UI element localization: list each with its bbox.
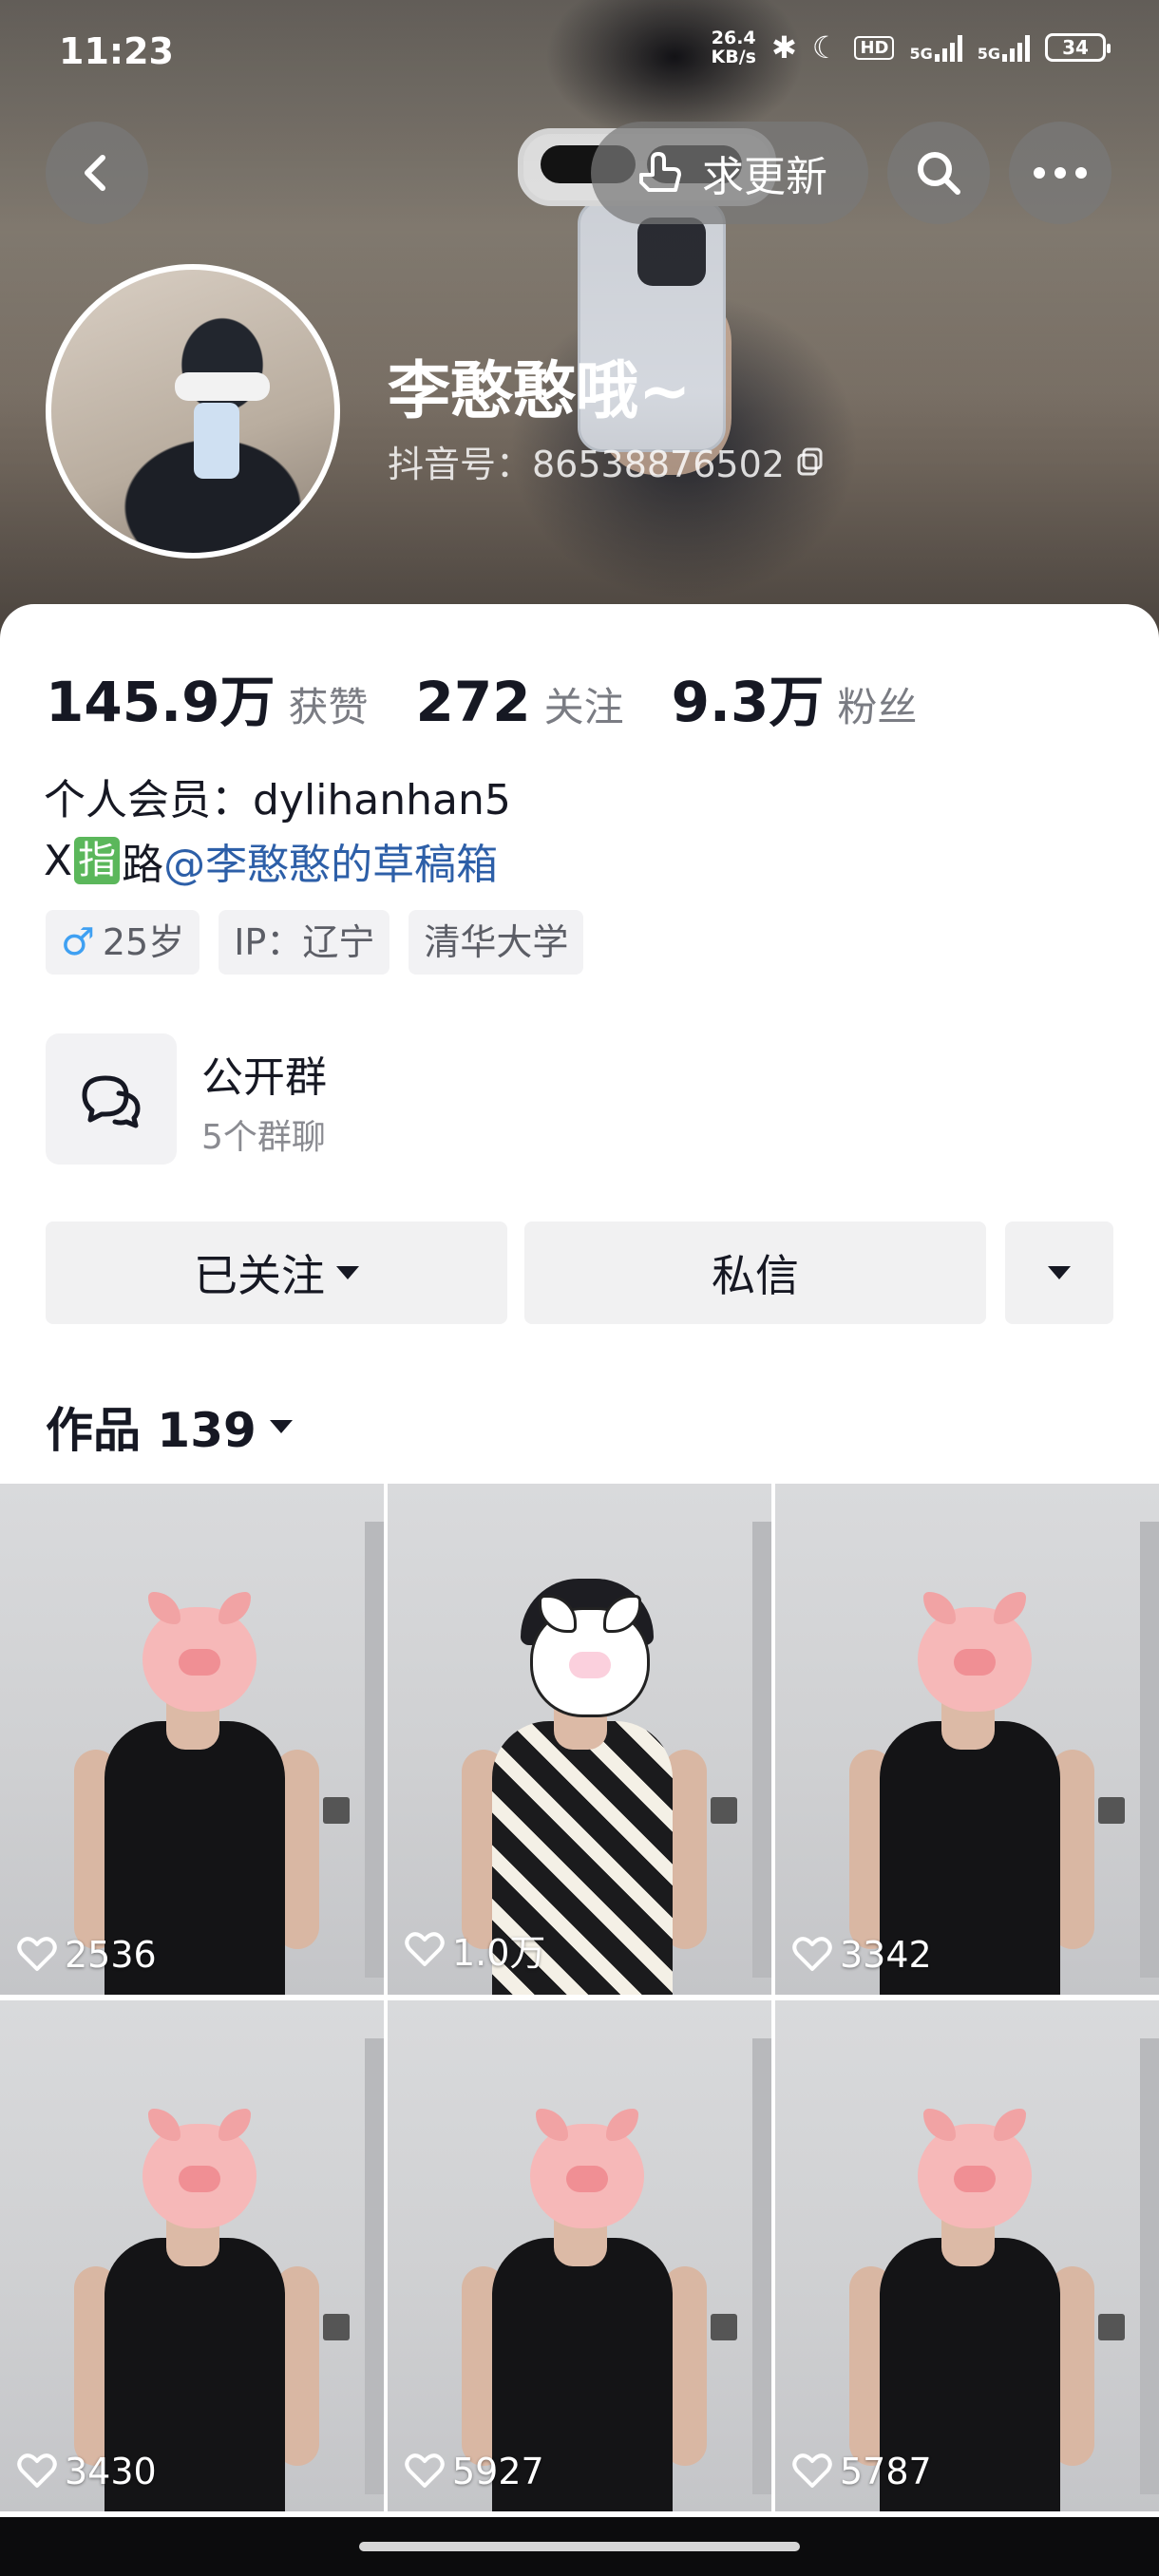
video-thumbnail[interactable]: 3430 bbox=[0, 2000, 384, 2511]
caret-down-icon bbox=[269, 1420, 293, 1433]
moon-icon: ☾ bbox=[811, 29, 840, 66]
douyin-id[interactable]: 抖音号：86538876502 bbox=[388, 435, 826, 487]
public-group-entry[interactable]: 公开群 5个群聊 bbox=[46, 1033, 616, 1166]
chat-bubbles-icon bbox=[46, 1033, 177, 1165]
profile-tags: ♂ 25岁 IP：辽宁 清华大学 bbox=[46, 910, 584, 975]
more-dots-icon bbox=[1034, 167, 1087, 179]
heart-icon bbox=[17, 2453, 57, 2488]
works-tab-label: 作品 139 bbox=[46, 1403, 256, 1458]
message-button-label: 私信 bbox=[712, 1250, 799, 1301]
followers-label[interactable]: 粉丝 bbox=[837, 675, 917, 733]
mention-link[interactable]: @李憨憨的草稿箱 bbox=[163, 830, 498, 891]
signal-bars-icon bbox=[1002, 33, 1030, 62]
age-tag: ♂ 25岁 bbox=[46, 910, 200, 975]
works-tab[interactable]: 作品 139 bbox=[46, 1392, 293, 1461]
signal-sim1: 5G bbox=[909, 33, 962, 62]
back-button[interactable] bbox=[46, 122, 148, 224]
home-gesture-handle[interactable] bbox=[359, 2542, 800, 2551]
profile-stats: 145.9万 获赞 272 关注 9.3万 粉丝 bbox=[46, 657, 964, 737]
heart-icon bbox=[405, 2453, 445, 2488]
bio-line-2: X 指 路 @李憨憨的草稿箱 bbox=[44, 830, 498, 891]
more-button[interactable] bbox=[1009, 122, 1112, 224]
video-thumbnail[interactable]: 2536 bbox=[0, 1484, 384, 1995]
following-button[interactable]: 已关注 bbox=[46, 1222, 507, 1324]
hd-badge: HD bbox=[854, 35, 895, 60]
video-thumbnail[interactable]: 3342 bbox=[775, 1484, 1159, 1995]
like-count: 1.0万 bbox=[405, 1923, 545, 1976]
avatar[interactable] bbox=[46, 264, 340, 559]
caret-down-icon bbox=[336, 1266, 359, 1279]
likes-label: 获赞 bbox=[288, 684, 369, 730]
likes-count: 145.9万 bbox=[46, 670, 276, 734]
like-count: 2536 bbox=[17, 1934, 157, 1976]
video-thumbnail[interactable]: 5787 bbox=[775, 2000, 1159, 2511]
username: 李憨憨哦~ bbox=[388, 354, 692, 427]
bluetooth-icon: ✱ bbox=[770, 29, 797, 66]
system-nav-bar bbox=[0, 2517, 1159, 2576]
heart-icon bbox=[17, 1937, 57, 1971]
ip-tag: IP：辽宁 bbox=[218, 910, 390, 975]
group-title: 公开群 bbox=[201, 1053, 327, 1102]
battery-icon: 34 bbox=[1045, 33, 1111, 62]
like-count: 5927 bbox=[405, 2451, 544, 2492]
following-label[interactable]: 关注 bbox=[544, 675, 624, 733]
net-speed: 26.4 KB/s bbox=[711, 28, 756, 67]
heart-icon bbox=[792, 1937, 832, 1971]
caret-down-icon bbox=[1048, 1266, 1071, 1279]
more-actions-button[interactable] bbox=[1005, 1222, 1113, 1324]
video-thumbnail[interactable]: 5927 bbox=[388, 2000, 771, 2511]
status-bar: 11:23 26.4 KB/s ✱ ☾ HD 5G 5G 34 bbox=[0, 0, 1159, 104]
like-count: 3342 bbox=[792, 1934, 932, 1976]
status-time: 11:23 bbox=[59, 30, 174, 72]
following-button-label: 已关注 bbox=[194, 1250, 325, 1301]
search-button[interactable] bbox=[887, 122, 990, 224]
chevron-left-icon bbox=[85, 155, 105, 191]
like-count: 5787 bbox=[792, 2451, 932, 2492]
emoji-badge: 指 bbox=[74, 837, 121, 884]
search-icon bbox=[918, 152, 960, 195]
video-thumbnail[interactable]: 1.0万 bbox=[388, 1484, 771, 1995]
hand-pointer-icon bbox=[639, 152, 681, 192]
following-count[interactable]: 272 bbox=[415, 670, 530, 734]
request-update-label: 求更新 bbox=[702, 153, 827, 201]
message-button[interactable]: 私信 bbox=[524, 1222, 986, 1324]
bio-line-1: 个人会员：dylihanhan5 bbox=[44, 776, 511, 824]
signal-sim2: 5G bbox=[978, 33, 1030, 62]
copy-icon bbox=[797, 447, 823, 475]
heart-icon bbox=[792, 2453, 832, 2488]
like-count: 3430 bbox=[17, 2451, 157, 2492]
request-update-button[interactable]: 求更新 bbox=[591, 122, 868, 224]
male-icon: ♂ bbox=[61, 920, 95, 964]
group-subtitle: 5个群聊 bbox=[201, 1118, 326, 1157]
signal-bars-icon bbox=[934, 33, 962, 62]
heart-icon bbox=[405, 1931, 445, 1966]
followers-count[interactable]: 9.3万 bbox=[672, 657, 825, 737]
school-tag[interactable]: 清华大学 bbox=[408, 910, 584, 975]
